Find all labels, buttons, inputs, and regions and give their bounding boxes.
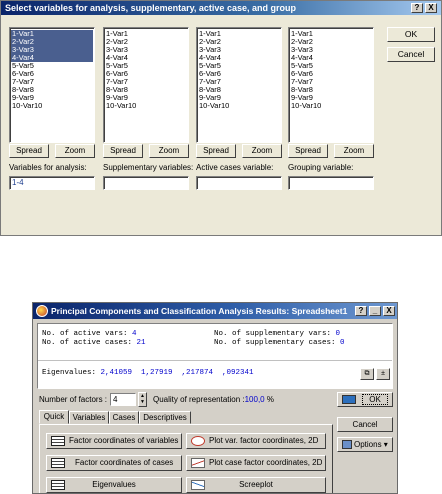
supplementary-field-label: Supplementary variables: bbox=[103, 163, 194, 172]
copy-icon[interactable]: ⧉ bbox=[360, 368, 374, 380]
plot-case-factor-coordinates-button[interactable]: Plot case factor coordinates, 2D bbox=[186, 455, 326, 471]
tab-variables[interactable]: Variables bbox=[69, 411, 109, 424]
circle-plot-icon bbox=[191, 436, 205, 446]
scatter-plot-icon bbox=[191, 458, 205, 468]
quality-value: 100,0 bbox=[244, 395, 265, 404]
grouping-field-label: Grouping variable: bbox=[288, 163, 354, 172]
spreadsheet-icon bbox=[51, 436, 65, 446]
grouping-variable-list[interactable]: 1-Var1 2-Var2 3-Var3 4-Var4 5-Var5 6-Var6 7-Va… bbox=[288, 27, 374, 143]
tab-quick[interactable]: Quick bbox=[39, 410, 69, 424]
options-icon bbox=[342, 440, 352, 449]
variable-selection-dialog: Select variables for analysis, supplemen… bbox=[0, 0, 442, 236]
factor-coordinates-variables-button[interactable]: Factor coordinates of variables bbox=[46, 433, 182, 449]
analysis-input[interactable]: 1-4 bbox=[9, 176, 95, 190]
ok-button[interactable]: OK bbox=[387, 27, 435, 42]
expand-icon[interactable]: ± bbox=[376, 368, 390, 380]
analysis-zoom-button[interactable]: Zoom bbox=[55, 144, 95, 158]
plot-var-factor-coordinates-button[interactable]: Plot var. factor coordinates, 2D bbox=[186, 433, 326, 449]
active-cases-input[interactable] bbox=[196, 176, 282, 190]
pca-results-dialog: Principal Components and Classification … bbox=[32, 302, 398, 494]
supplementary-spread-button[interactable]: Spread bbox=[103, 144, 143, 158]
quick-tab-panel: Factor coordinates of variables Plot var… bbox=[39, 424, 333, 493]
screeplot-button[interactable]: Screeplot bbox=[186, 477, 326, 493]
close-button[interactable]: X bbox=[383, 306, 395, 316]
dialog-title: Principal Components and Classification … bbox=[51, 306, 348, 316]
help-button[interactable]: ? bbox=[355, 306, 367, 316]
eigenvalues-button[interactable]: Eigenvalues bbox=[46, 477, 182, 493]
app-icon bbox=[36, 305, 48, 317]
analysis-variable-list[interactable]: 1-Var1 2-Var2 3-Var3 4-Var4 5-Var5 6-Var6 7-Va… bbox=[9, 27, 95, 143]
spinner-arrows-icon[interactable]: ▲ ▼ bbox=[138, 392, 147, 407]
quality-line: Quality of representation :100,0 % bbox=[153, 395, 274, 404]
active-cases-zoom-button[interactable]: Zoom bbox=[242, 144, 282, 158]
list-item[interactable]: 10-Var10 bbox=[198, 102, 280, 110]
minimize-button[interactable]: _ bbox=[369, 306, 381, 316]
supp-cases-line: No. of supplementary cases: 0 bbox=[214, 339, 345, 347]
supplementary-zoom-button[interactable]: Zoom bbox=[149, 144, 189, 158]
dialog-titlebar: Select variables for analysis, supplemen… bbox=[1, 1, 441, 15]
list-item[interactable]: 10-Var10 bbox=[290, 102, 372, 110]
options-button[interactable]: Options ▾ bbox=[337, 437, 393, 452]
ok-label: OK bbox=[362, 394, 388, 405]
close-button[interactable]: X bbox=[425, 3, 437, 13]
analysis-spread-button[interactable]: Spread bbox=[9, 144, 49, 158]
supp-vars-value: 0 bbox=[335, 330, 341, 338]
options-label: Options ▾ bbox=[354, 440, 388, 449]
divider bbox=[38, 360, 392, 361]
dialog-titlebar: Principal Components and Classification … bbox=[33, 303, 397, 319]
factors-label: Number of factors : bbox=[39, 395, 108, 404]
analysis-field-label: Variables for analysis: bbox=[9, 163, 87, 172]
grouping-zoom-button[interactable]: Zoom bbox=[334, 144, 374, 158]
cancel-button[interactable]: Cancel bbox=[337, 417, 393, 432]
dialog-title: Select variables for analysis, supplemen… bbox=[5, 3, 296, 13]
supp-cases-value: 0 bbox=[340, 339, 345, 347]
active-vars-line: No. of active vars: 4 bbox=[42, 330, 137, 338]
list-item[interactable]: 10-Var10 bbox=[105, 102, 187, 110]
cancel-button[interactable]: Cancel bbox=[387, 47, 435, 62]
active-vars-value: 4 bbox=[132, 330, 137, 338]
active-cases-value: 21 bbox=[136, 339, 146, 347]
eigenvalues-value: 2,41059 1,27919 ,217874 ,092341 bbox=[100, 369, 254, 377]
summary-panel: No. of active vars: 4 No. of active case… bbox=[37, 323, 393, 389]
active-cases-line: No. of active cases: 21 bbox=[42, 339, 146, 347]
tab-descriptives[interactable]: Descriptives bbox=[139, 411, 191, 424]
ok-button[interactable]: OK bbox=[337, 392, 393, 407]
spreadsheet-icon bbox=[51, 458, 65, 468]
help-button[interactable]: ? bbox=[411, 3, 423, 13]
supplementary-variable-list[interactable]: 1-Var1 2-Var2 3-Var3 4-Var4 5-Var5 6-Var6 7-Va… bbox=[103, 27, 189, 143]
eigenvalues-line: Eigenvalues: 2,41059 1,27919 ,217874 ,09… bbox=[42, 369, 254, 377]
active-cases-variable-list[interactable]: 1-Var1 2-Var2 3-Var3 4-Var4 5-Var5 6-Var6 7-Va… bbox=[196, 27, 282, 143]
factor-coordinates-cases-button[interactable]: Factor coordinates of cases bbox=[46, 455, 182, 471]
active-cases-spread-button[interactable]: Spread bbox=[196, 144, 236, 158]
line-chart-icon bbox=[191, 480, 205, 490]
active-cases-field-label: Active cases variable: bbox=[196, 163, 274, 172]
supplementary-input[interactable] bbox=[103, 176, 189, 190]
list-item[interactable]: 10-Var10 bbox=[11, 102, 93, 110]
factors-spinner[interactable]: 4 bbox=[110, 393, 136, 406]
grouping-input[interactable] bbox=[288, 176, 374, 190]
tab-cases[interactable]: Cases bbox=[109, 411, 139, 424]
supp-vars-line: No. of supplementary vars: 0 bbox=[214, 330, 341, 338]
grouping-spread-button[interactable]: Spread bbox=[288, 144, 328, 158]
spreadsheet-icon bbox=[51, 480, 65, 490]
ok-icon bbox=[342, 395, 356, 404]
